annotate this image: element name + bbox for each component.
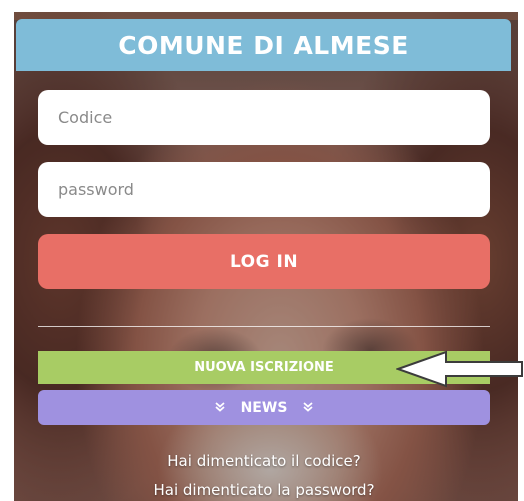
password-input[interactable] (38, 162, 490, 217)
top-margin (0, 0, 524, 12)
new-registration-label: NUOVA ISCRIZIONE (194, 360, 334, 375)
double-chevron-down-icon (303, 401, 313, 414)
login-button-label: LOG IN (229, 251, 299, 272)
news-label: NEWS (240, 399, 288, 416)
divider (38, 326, 490, 327)
login-screen: COMUNE DI ALMESE LOG IN NUOVA ISCRIZIONE… (0, 0, 524, 501)
code-input[interactable] (38, 90, 490, 145)
header-bar: COMUNE DI ALMESE (16, 19, 511, 71)
left-margin (0, 0, 14, 501)
left-arrow-outline-icon (396, 350, 523, 388)
forgot-password-link[interactable]: Hai dimenticato la password? (38, 481, 490, 499)
double-chevron-down-icon (215, 401, 225, 414)
login-button[interactable]: LOG IN (38, 234, 490, 289)
forgot-code-link[interactable]: Hai dimenticato il codice? (38, 452, 490, 470)
news-button[interactable]: NEWS (38, 390, 490, 425)
right-margin (518, 0, 524, 501)
page-title: COMUNE DI ALMESE (118, 30, 409, 60)
